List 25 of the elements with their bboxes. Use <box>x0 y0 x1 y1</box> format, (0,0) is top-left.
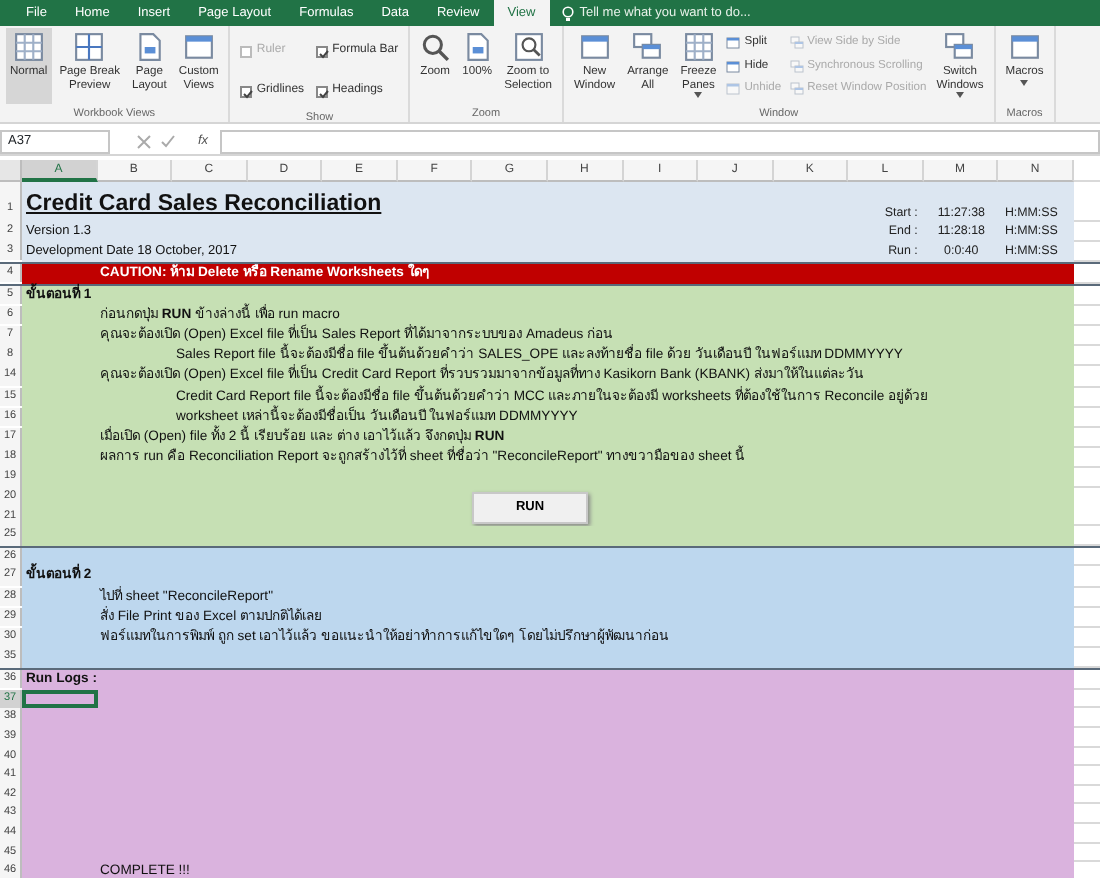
windows-icon <box>789 35 804 50</box>
window-icon <box>726 59 741 74</box>
grid-icon <box>13 32 44 62</box>
windows-icon <box>789 59 804 74</box>
window-icon <box>726 35 741 50</box>
checkbox[interactable] <box>240 85 253 97</box>
page-magnifier-icon <box>513 32 543 62</box>
active-cell[interactable] <box>22 689 98 709</box>
sheet-title: Credit Card Sales Reconciliation <box>24 189 382 220</box>
windows-icon <box>632 32 663 62</box>
page-icon <box>134 32 165 62</box>
lightbulb-icon <box>561 5 574 21</box>
windows-icon <box>944 32 975 62</box>
formula-input[interactable] <box>220 129 1100 153</box>
grid-icon <box>683 32 714 62</box>
page-break-icon <box>74 32 105 62</box>
checkbox[interactable] <box>316 45 329 57</box>
page-icon <box>462 32 493 62</box>
window-icon <box>183 32 214 62</box>
checkbox[interactable] <box>316 85 329 97</box>
window-icon <box>726 82 741 97</box>
windows-icon <box>789 82 804 97</box>
window-icon <box>1009 32 1040 62</box>
window-icon <box>579 32 610 62</box>
magnifier-icon <box>420 32 451 62</box>
